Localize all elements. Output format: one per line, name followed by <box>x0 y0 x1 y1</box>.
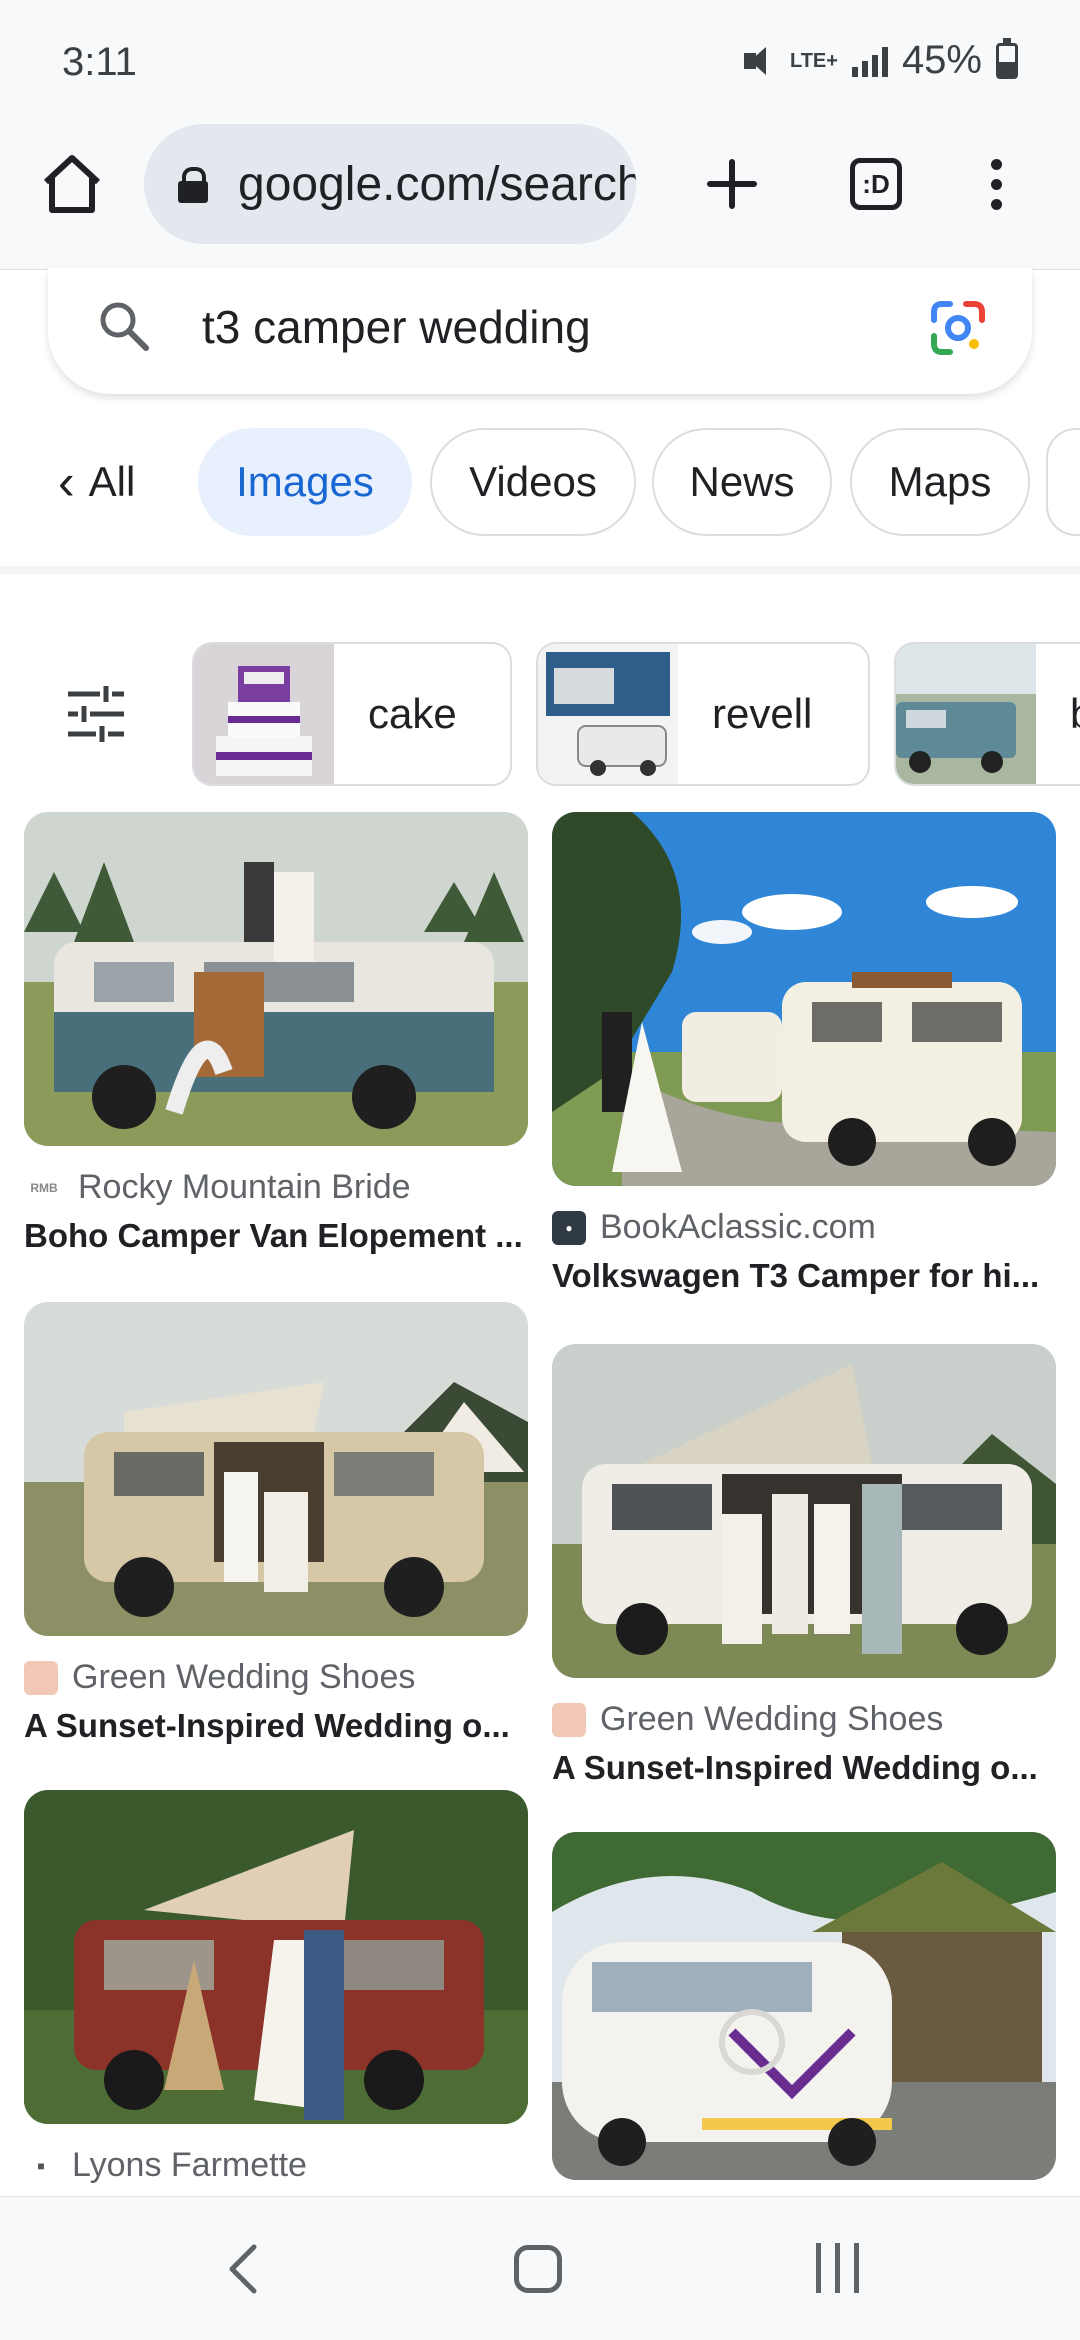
image-result[interactable]: ● BookAclassic.com Volkswagen T3 Camper … <box>552 812 1056 1295</box>
result-title[interactable]: A Sunset-Inspired Wedding o... <box>552 1749 1056 1787</box>
google-lens-icon[interactable] <box>928 298 988 358</box>
refinement-chip-more[interactable]: b <box>894 642 1080 786</box>
image-result[interactable]: ■ Lyons Farmette <box>24 1790 528 2185</box>
result-source[interactable]: RMB Rocky Mountain Bride <box>24 1168 528 1207</box>
search-box[interactable]: t3 camper wedding <box>48 268 1032 394</box>
recent-apps-icon[interactable] <box>816 2243 859 2293</box>
tab-maps[interactable]: Maps <box>850 428 1030 536</box>
system-nav-bar <box>0 2196 1080 2340</box>
home-nav-icon[interactable] <box>514 2245 562 2293</box>
tab-all[interactable]: ‹ All <box>58 428 168 536</box>
result-title[interactable]: Volkswagen T3 Camper for hi... <box>552 1257 1056 1295</box>
tune-filter-icon[interactable] <box>64 682 128 746</box>
source-name: Lyons Farmette <box>72 2146 307 2184</box>
result-source[interactable]: Green Wedding Shoes <box>24 1658 528 1697</box>
home-button[interactable] <box>38 150 106 218</box>
van-thumbnail <box>896 644 1036 784</box>
refinement-label: b <box>1036 690 1080 738</box>
status-bar: 3:11 LTE+ 45% <box>0 0 1080 120</box>
favicon-rmb: RMB <box>30 1180 58 1195</box>
menu-dot-icon <box>990 158 1002 170</box>
plus-icon <box>707 159 757 209</box>
new-tab-button[interactable] <box>692 144 772 224</box>
image-result[interactable]: RMB Rocky Mountain Bride Boho Camper Van… <box>24 812 528 1255</box>
tractor-icon: ■ <box>37 2158 45 2173</box>
source-name: BookAclassic.com <box>600 1208 876 1246</box>
source-name: Green Wedding Shoes <box>72 1658 416 1696</box>
tab-videos[interactable]: Videos <box>430 428 636 536</box>
divider <box>0 566 1080 574</box>
cake-thumbnail <box>194 644 334 784</box>
search-icon <box>100 302 149 351</box>
result-title[interactable]: A Sunset-Inspired Wedding o... <box>24 1707 528 1745</box>
lock-icon <box>176 167 210 203</box>
result-image[interactable] <box>552 812 1056 1186</box>
tab-all-label: All <box>88 458 136 505</box>
result-source[interactable]: ■ Lyons Farmette <box>24 2146 528 2185</box>
rainbow-icon <box>24 1660 58 1695</box>
mute-icon <box>740 43 776 79</box>
status-icons: LTE+ 45% <box>740 37 1018 83</box>
signal-icon <box>851 45 888 77</box>
tabs-count: :D <box>850 158 902 210</box>
tab-more[interactable] <box>1046 428 1080 536</box>
car-icon: ● <box>552 1210 586 1245</box>
rainbow-icon <box>552 1702 586 1737</box>
status-time: 3:11 <box>62 40 137 84</box>
battery-icon <box>996 37 1018 79</box>
refinement-chip-revell[interactable]: revell <box>536 642 870 786</box>
result-image[interactable] <box>24 1302 528 1636</box>
tab-images[interactable]: Images <box>198 428 412 536</box>
network-type: LTE+ <box>789 49 838 72</box>
result-image[interactable] <box>24 1790 528 2124</box>
source-name: Green Wedding Shoes <box>600 1700 944 1738</box>
result-image[interactable] <box>24 812 528 1146</box>
result-title[interactable]: Boho Camper Van Elopement ... <box>24 1217 528 1255</box>
image-result[interactable]: Green Wedding Shoes A Sunset-Inspired We… <box>552 1344 1056 1787</box>
battery-percent: 45% <box>901 38 982 82</box>
revell-thumbnail <box>538 644 678 784</box>
overflow-menu-button[interactable] <box>956 144 1036 224</box>
image-result[interactable] <box>552 1832 1056 2180</box>
tab-news[interactable]: News <box>652 428 832 536</box>
result-image[interactable] <box>552 1344 1056 1678</box>
tab-switcher-button[interactable]: :D <box>836 144 916 224</box>
image-result[interactable]: Green Wedding Shoes A Sunset-Inspired We… <box>24 1302 528 1745</box>
search-query[interactable]: t3 camper wedding <box>202 300 591 354</box>
result-source[interactable]: ● BookAclassic.com <box>552 1208 1056 1247</box>
chevron-left-icon: ‹ <box>58 454 75 510</box>
result-image[interactable] <box>552 1832 1056 2180</box>
home-icon <box>43 155 101 213</box>
browser-toolbar: google.com/search :D <box>0 120 1080 270</box>
filter-chips: ‹ All Images Videos News Maps <box>0 428 1080 538</box>
url-bar[interactable]: google.com/search <box>144 124 636 244</box>
refinement-label: revell <box>712 690 813 737</box>
source-name: Rocky Mountain Bride <box>78 1168 411 1206</box>
url-text: google.com/search <box>238 157 636 211</box>
back-icon[interactable] <box>218 2241 268 2297</box>
result-source[interactable]: Green Wedding Shoes <box>552 1700 1056 1739</box>
refinement-label: cake <box>368 690 457 737</box>
refinement-chip-cake[interactable]: cake <box>192 642 512 786</box>
